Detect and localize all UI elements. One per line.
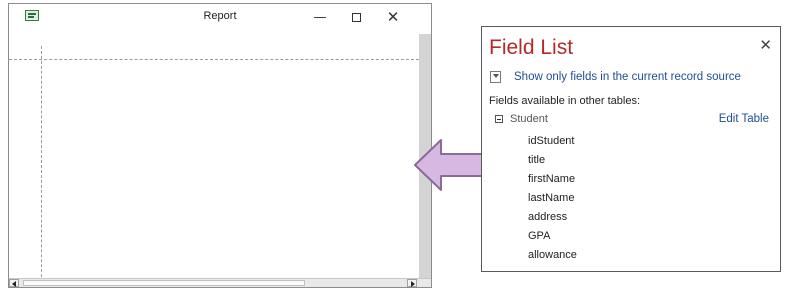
field-item[interactable]: firstName [528,170,577,189]
table-group-header: Student Edit Table [495,113,775,129]
show-only-fields-link[interactable]: Show only fields in the current record s… [490,71,741,83]
pane-title: Field List [489,36,574,59]
field-item[interactable]: lastName [528,189,577,208]
horizontal-guide-line [9,59,419,60]
edit-table-link[interactable]: Edit Table [719,113,769,125]
field-item[interactable]: allowance [528,246,577,265]
scroll-right-arrow-icon[interactable] [407,279,417,287]
field-list-pane: Field List ✕ Show only fields in the cur… [481,26,781,272]
pane-close-button[interactable]: ✕ [759,36,772,54]
field-item[interactable]: address [528,208,577,227]
report-window: Report — ✕ [8,3,432,288]
table-name[interactable]: Student [510,113,548,125]
vertical-guide-line [41,46,42,287]
horizontal-scroll-thumb[interactable] [23,280,305,286]
field-item[interactable]: GPA [528,227,577,246]
show-only-label: Show only fields in the current record s… [514,71,741,83]
maximize-button[interactable] [342,6,370,28]
field-list: idStudent title firstName lastName addre… [528,132,577,265]
title-bar: Report — ✕ [9,4,431,34]
horizontal-scrollbar[interactable] [9,278,431,287]
field-item[interactable]: idStudent [528,132,577,151]
close-button[interactable]: ✕ [379,6,407,28]
maximize-icon [351,12,361,22]
filter-icon [490,71,501,83]
fields-available-label: Fields available in other tables: [489,95,641,107]
minimize-button[interactable]: — [306,6,334,28]
scroll-left-arrow-icon[interactable] [9,279,19,287]
field-item[interactable]: title [528,151,577,170]
report-design-canvas[interactable] [9,34,419,287]
collapse-minus-icon[interactable] [495,115,503,123]
